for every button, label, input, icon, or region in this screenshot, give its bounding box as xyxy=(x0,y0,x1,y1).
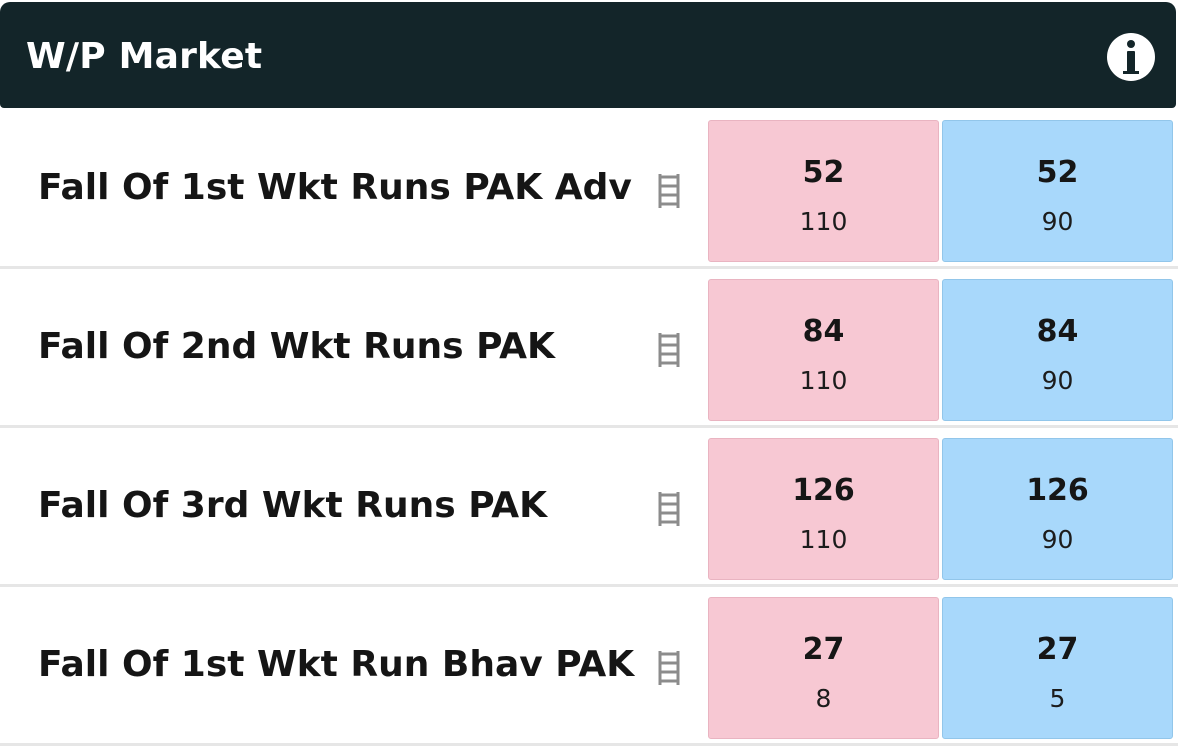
market-row-label: Fall Of 2nd Wkt Runs PAK xyxy=(38,326,555,367)
market-row: Fall Of 2nd Wkt Runs PAK 84 110 84 90 xyxy=(0,269,1178,428)
back-odds-rate: 90 xyxy=(1041,366,1074,395)
back-odds-cell[interactable]: 52 90 xyxy=(942,120,1173,262)
back-odds-rate: 90 xyxy=(1041,525,1074,554)
lay-odds-cell[interactable]: 84 110 xyxy=(708,279,939,421)
info-icon-foot xyxy=(1123,71,1139,74)
market-row: Fall Of 1st Wkt Run Bhav PAK 27 8 27 5 xyxy=(0,587,1178,746)
market-row: Fall Of 1st Wkt Runs PAK Adv 52 110 52 9… xyxy=(0,110,1178,269)
lay-odds-cell[interactable]: 52 110 xyxy=(708,120,939,262)
lay-odds-value: 84 xyxy=(802,314,845,349)
info-icon-dot xyxy=(1127,40,1135,48)
market-row: Fall Of 3rd Wkt Runs PAK 126 110 126 90 xyxy=(0,428,1178,587)
back-odds-rate: 90 xyxy=(1041,207,1074,236)
lay-odds-cell[interactable]: 126 110 xyxy=(708,438,939,580)
lay-odds-value: 126 xyxy=(792,473,855,508)
market-row-label: Fall Of 1st Wkt Run Bhav PAK xyxy=(38,644,635,685)
market-header: W/P Market xyxy=(0,2,1176,108)
ladder-icon[interactable] xyxy=(656,332,682,368)
market-title: W/P Market xyxy=(26,36,263,77)
back-odds-cell[interactable]: 126 90 xyxy=(942,438,1173,580)
lay-odds-rate: 8 xyxy=(815,684,832,713)
wp-market-panel: W/P Market Fall Of 1st Wkt Runs PAK Adv … xyxy=(0,0,1178,750)
ladder-icon[interactable] xyxy=(656,491,682,527)
back-odds-value: 84 xyxy=(1036,314,1079,349)
market-row-label: Fall Of 3rd Wkt Runs PAK xyxy=(38,485,548,526)
back-odds-cell[interactable]: 84 90 xyxy=(942,279,1173,421)
lay-odds-cell[interactable]: 27 8 xyxy=(708,597,939,739)
lay-odds-rate: 110 xyxy=(799,525,848,554)
info-icon[interactable] xyxy=(1107,33,1155,81)
back-odds-value: 126 xyxy=(1026,473,1089,508)
ladder-icon[interactable] xyxy=(656,173,682,209)
lay-odds-value: 27 xyxy=(802,632,845,667)
back-odds-rate: 5 xyxy=(1049,684,1066,713)
ladder-icon[interactable] xyxy=(656,650,682,686)
market-row-label: Fall Of 1st Wkt Runs PAK Adv xyxy=(38,167,632,208)
back-odds-value: 52 xyxy=(1036,155,1079,190)
lay-odds-rate: 110 xyxy=(799,366,848,395)
lay-odds-rate: 110 xyxy=(799,207,848,236)
lay-odds-value: 52 xyxy=(802,155,845,190)
back-odds-cell[interactable]: 27 5 xyxy=(942,597,1173,739)
back-odds-value: 27 xyxy=(1036,632,1079,667)
row-divider xyxy=(0,743,1178,746)
